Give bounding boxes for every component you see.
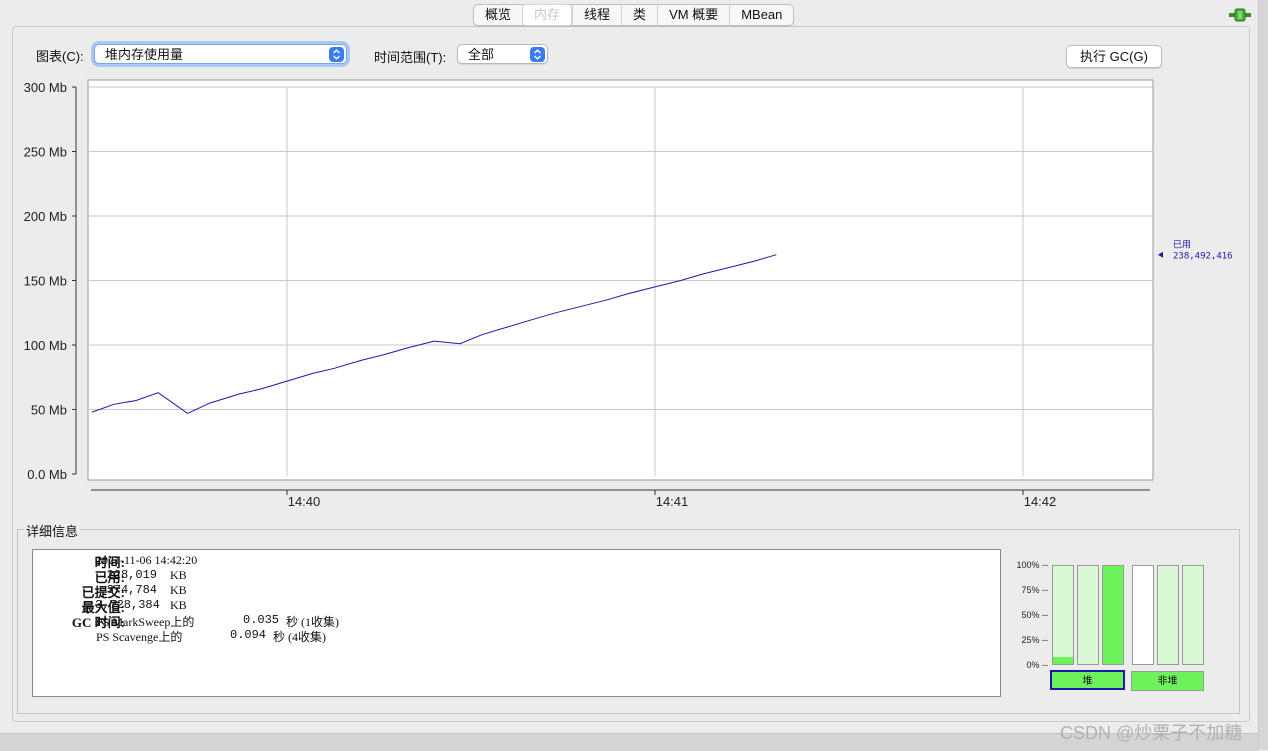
- time-range-label: 时间范围(T):: [374, 50, 447, 65]
- series-name-label: 已用: [1173, 240, 1191, 250]
- x-tick-label: 14:40: [288, 494, 321, 509]
- pool-bar-fill: [1103, 566, 1123, 664]
- pct-label-75: 75% --: [1021, 585, 1048, 595]
- chart-selector-label: 图表(C):: [36, 49, 84, 64]
- pct-label-100: 100% --: [1016, 560, 1048, 570]
- used-value: 228,019: [106, 568, 157, 582]
- csdn-watermark: CSDN @炒栗子不加糖: [1060, 723, 1243, 743]
- pool-bar-fill: [1053, 657, 1073, 664]
- detail-row-gc-marksweep: GC 时间: PS MarkSweep上的 0.035 秒 (1收集): [33, 612, 533, 630]
- heap-pool-bar[interactable]: [1077, 565, 1099, 665]
- y-tick-label: 0.0 Mb: [27, 467, 67, 482]
- time-range-value: 全部: [468, 47, 495, 62]
- detail-row-used: 已用: 228,019 KB: [33, 567, 433, 585]
- jconsole-window: 概览 内存 线程 类 VM 概要 MBean 图表(C): 堆内存使用量 时间范…: [0, 0, 1268, 751]
- y-tick-label: 150 Mb: [24, 274, 67, 289]
- y-tick-label: 50 Mb: [31, 403, 67, 418]
- series-value: 238,492,416: [1173, 252, 1233, 262]
- detail-row-time: 时间: 2021-11-06 14:42:20: [33, 552, 433, 570]
- nonheap-pool-bar[interactable]: [1182, 565, 1204, 665]
- pct-label-0: 0% --: [1026, 660, 1048, 670]
- chart-selector-value: 堆内存使用量: [105, 47, 184, 62]
- heap-pool-bar[interactable]: [1052, 565, 1074, 665]
- nonheap-pool-bar[interactable]: [1132, 565, 1154, 665]
- tab-mbean[interactable]: MBean: [729, 5, 793, 25]
- y-tick-label: 300 Mb: [24, 80, 67, 95]
- pct-label-25: 25% --: [1021, 635, 1048, 645]
- pct-label-50: 50% --: [1021, 610, 1048, 620]
- detail-row-committed: 已提交: 374,784 KB: [33, 582, 433, 600]
- window-right-edge: [1258, 0, 1268, 750]
- tab-vm-summary[interactable]: VM 概要: [657, 5, 729, 25]
- y-axis: 0.0 Mb 50 Mb 100 Mb 150 Mb 200 Mb 250 Mb 300 M…: [24, 80, 77, 482]
- series-value-label: 已用 238,492,416: [1158, 240, 1233, 262]
- tab-memory[interactable]: 内存: [522, 4, 573, 26]
- y-tick-label: 250 Mb: [24, 145, 67, 160]
- y-tick-label: 200 Mb: [24, 209, 67, 224]
- gc-collector-name: PS Scavenge上的: [96, 630, 183, 644]
- perform-gc-button[interactable]: 执行 GC(G): [1066, 45, 1162, 68]
- max-unit: KB: [170, 598, 187, 612]
- used-unit: KB: [170, 568, 187, 582]
- nonheap-legend-button[interactable]: 非堆: [1131, 671, 1204, 691]
- chevron-up-down-icon: [530, 47, 545, 62]
- tab-classes[interactable]: 类: [621, 5, 657, 25]
- y-tick-label: 100 Mb: [24, 338, 67, 353]
- committed-value: 374,784: [106, 583, 157, 597]
- x-axis: 14:40 14:41 14:42: [91, 489, 1150, 509]
- gc-collection-count: (4收集): [288, 630, 326, 644]
- heap-pool-bar[interactable]: [1102, 565, 1124, 665]
- tab-threads[interactable]: 线程: [572, 5, 621, 25]
- heap-usage-chart: 0.0 Mb 50 Mb 100 Mb 150 Mb 200 Mb 250 Mb 300 M…: [24, 79, 1233, 509]
- connection-plug-icon: [1229, 8, 1251, 22]
- details-group-title: 详细信息: [24, 521, 81, 540]
- detail-row-max: 最大值: 3,728,384 KB: [33, 597, 433, 615]
- chevron-up-down-icon: [329, 47, 344, 62]
- tab-bar: 概览 内存 线程 类 VM 概要 MBean: [473, 4, 795, 26]
- heap-legend-button[interactable]: 堆: [1050, 670, 1125, 690]
- detail-row-gc-scavenge: PS Scavenge上的 0.094 秒 (4收集): [33, 627, 533, 644]
- details-box: 时间: 2021-11-06 14:42:20 已用: 228,019 KB 已…: [32, 549, 1001, 697]
- series-marker-icon: [1158, 251, 1163, 258]
- committed-unit: KB: [170, 583, 187, 597]
- x-tick-label: 14:41: [656, 494, 689, 509]
- time-range-selector[interactable]: 全部: [457, 44, 548, 64]
- gc-time-unit: 秒: [273, 630, 286, 644]
- gc-collector-time: 0.035: [243, 613, 280, 627]
- chart-selector[interactable]: 堆内存使用量: [94, 44, 347, 64]
- gc-collector-time: 0.094: [230, 628, 267, 642]
- x-tick-label: 14:42: [1024, 494, 1057, 509]
- tab-overview[interactable]: 概览: [474, 5, 522, 25]
- nonheap-pool-bar[interactable]: [1157, 565, 1179, 665]
- time-value: 2021-11-06 14:42:20: [96, 553, 198, 567]
- max-value: 3,728,384: [95, 598, 160, 612]
